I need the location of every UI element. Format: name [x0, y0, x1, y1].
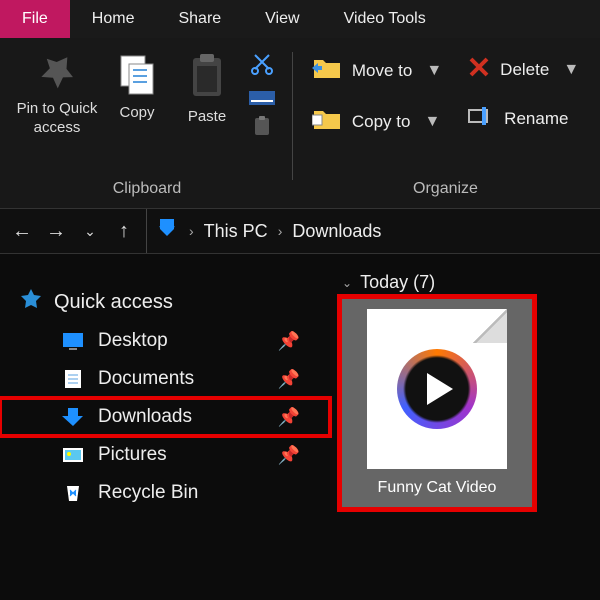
- paste-button[interactable]: Paste: [172, 48, 242, 180]
- sidebar-item-documents[interactable]: Documents 📌: [0, 360, 330, 398]
- address-bar[interactable]: › This PC › Downloads: [146, 209, 590, 253]
- sidebar-quick-access[interactable]: Quick access: [0, 282, 330, 322]
- sidebar-item-label: Desktop: [98, 330, 168, 352]
- move-to-label: Move to: [352, 61, 412, 81]
- nav-back-button[interactable]: ←: [10, 219, 34, 243]
- file-name-label: Funny Cat Video: [378, 479, 497, 497]
- breadcrumb-current[interactable]: Downloads: [292, 221, 381, 242]
- play-icon: [397, 349, 477, 429]
- pictures-icon: [62, 445, 84, 465]
- delete-button[interactable]: Delete ▼: [462, 54, 585, 85]
- tab-share[interactable]: Share: [156, 0, 243, 38]
- sidebar-item-downloads[interactable]: Downloads 📌: [0, 398, 330, 436]
- pin-icon: [37, 52, 77, 92]
- folder-move-icon: [312, 56, 342, 85]
- organize-group-label: Organize: [413, 180, 478, 208]
- group-header-today[interactable]: ⌄ Today (7): [342, 272, 588, 293]
- nav-history-button[interactable]: ⌄: [78, 219, 102, 243]
- rename-label: Rename: [504, 109, 568, 129]
- chevron-down-icon: ⌄: [342, 276, 352, 290]
- pin-icon: 📌: [278, 331, 300, 352]
- desktop-icon: [62, 331, 84, 351]
- move-to-button[interactable]: Move to ▼: [306, 54, 448, 87]
- paste-label: Paste: [188, 108, 226, 127]
- copy-button[interactable]: Copy: [102, 48, 172, 180]
- breadcrumb-separator-icon: ›: [278, 223, 283, 239]
- copy-to-label: Copy to: [352, 112, 411, 132]
- breadcrumb-root[interactable]: This PC: [204, 221, 268, 242]
- download-arrow-icon: [62, 407, 84, 427]
- nav-forward-button[interactable]: →: [44, 219, 68, 243]
- quick-access-label: Quick access: [54, 291, 173, 314]
- pin-to-quick-access-button[interactable]: Pin to Quick access: [12, 48, 102, 180]
- tab-home[interactable]: Home: [70, 0, 157, 38]
- document-icon: [62, 369, 84, 389]
- copy-to-button[interactable]: Copy to ▼: [306, 105, 448, 138]
- separator: [292, 52, 293, 180]
- copy-icon: [115, 52, 159, 96]
- clipboard-icon: [187, 52, 227, 100]
- copy-path-button[interactable]: [249, 91, 275, 105]
- rename-icon: [468, 105, 494, 132]
- page-fold-icon: [473, 309, 507, 343]
- tab-file[interactable]: File: [0, 0, 70, 38]
- sidebar-item-label: Documents: [98, 368, 194, 390]
- tab-view[interactable]: View: [243, 0, 321, 38]
- copy-label: Copy: [119, 104, 154, 123]
- dropdown-caret-icon: ▼: [426, 62, 442, 80]
- sidebar-item-desktop[interactable]: Desktop 📌: [0, 322, 330, 360]
- pin-icon: 📌: [278, 369, 300, 390]
- nav-up-button[interactable]: ↑: [112, 219, 136, 243]
- breadcrumb-separator-icon: ›: [189, 223, 194, 239]
- sidebar-item-label: Recycle Bin: [98, 482, 198, 504]
- paste-shortcut-button[interactable]: [253, 115, 271, 142]
- delete-x-icon: [468, 56, 490, 83]
- cut-button[interactable]: [250, 52, 274, 81]
- pin-icon: 📌: [278, 445, 300, 466]
- rename-button[interactable]: Rename: [462, 103, 585, 134]
- clipboard-small-icon: [253, 115, 271, 137]
- sidebar-item-label: Downloads: [98, 406, 192, 428]
- star-icon: [20, 288, 42, 316]
- navigation-sidebar: Quick access Desktop 📌 Documents 📌 Downl…: [0, 268, 330, 600]
- sidebar-item-pictures[interactable]: Pictures 📌: [0, 436, 330, 474]
- pin-icon: 📌: [278, 407, 300, 428]
- group-header-label: Today (7): [360, 272, 435, 293]
- tab-video-tools[interactable]: Video Tools: [322, 0, 448, 38]
- sidebar-item-recycle-bin[interactable]: Recycle Bin: [0, 474, 330, 512]
- delete-label: Delete: [500, 60, 549, 80]
- clipboard-group-label: Clipboard: [113, 180, 181, 208]
- sidebar-item-label: Pictures: [98, 444, 167, 466]
- file-item-video[interactable]: Funny Cat Video: [342, 299, 532, 507]
- scissors-icon: [250, 52, 274, 76]
- downloads-folder-icon: [155, 217, 179, 246]
- dropdown-caret-icon: ▼: [563, 61, 579, 79]
- recycle-bin-icon: [62, 483, 84, 503]
- dropdown-caret-icon: ▼: [424, 113, 440, 131]
- file-thumbnail: [367, 309, 507, 469]
- pin-label: Pin to Quick access: [12, 100, 102, 138]
- folder-copy-icon: [312, 107, 342, 136]
